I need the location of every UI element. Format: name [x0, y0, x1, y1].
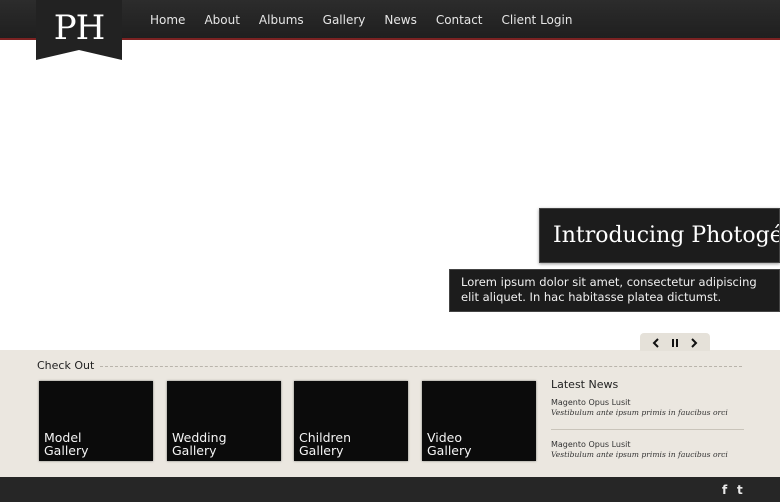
- site-logo[interactable]: PH: [36, 0, 122, 60]
- gallery-tile-video[interactable]: Video Gallery: [422, 381, 536, 461]
- pause-icon[interactable]: [671, 333, 679, 352]
- nav-albums[interactable]: Albums: [259, 13, 304, 27]
- news-item-title[interactable]: Magento Opus Lusit: [551, 440, 743, 449]
- nav-client-login[interactable]: Client Login: [502, 13, 573, 27]
- chevron-right-icon[interactable]: [690, 333, 698, 352]
- nav-news[interactable]: News: [384, 13, 416, 27]
- gallery-tile-label: Wedding Gallery: [172, 431, 227, 457]
- section-divider: [100, 366, 742, 367]
- news-divider: [551, 429, 744, 430]
- news-item-desc: Vestibulum ante ipsum primis in faucibus…: [551, 408, 728, 417]
- hero-subtitle: Lorem ipsum dolor sit amet, consectetur …: [449, 269, 780, 312]
- gallery-tile-model[interactable]: Model Gallery: [39, 381, 153, 461]
- gallery-tile-label: Model Gallery: [44, 431, 89, 457]
- twitter-icon[interactable]: t: [737, 483, 743, 497]
- slider-controls: [640, 333, 710, 351]
- chevron-left-icon[interactable]: [652, 333, 660, 352]
- news-item-title[interactable]: Magento Opus Lusit: [551, 398, 743, 407]
- nav-home[interactable]: Home: [150, 13, 185, 27]
- main-nav: Home About Albums Gallery News Contact C…: [150, 0, 591, 40]
- footer-bar: [0, 477, 780, 502]
- news-item-desc: Vestibulum ante ipsum primis in faucibus…: [551, 450, 728, 459]
- gallery-tile-label: Video Gallery: [427, 431, 472, 457]
- gallery-tile-label-line2: Gallery: [299, 443, 344, 458]
- nav-contact[interactable]: Contact: [436, 13, 483, 27]
- nav-gallery[interactable]: Gallery: [323, 13, 366, 27]
- latest-news-heading: Latest News: [551, 378, 619, 391]
- hero-title: Introducing Photogé: [539, 208, 780, 263]
- checkout-heading: Check Out: [37, 359, 95, 372]
- gallery-tile-label-line2: Gallery: [427, 443, 472, 458]
- news-item[interactable]: Magento Opus Lusit Vestibulum ante ipsum…: [551, 398, 743, 417]
- gallery-tile-wedding[interactable]: Wedding Gallery: [167, 381, 281, 461]
- logo-text: PH: [53, 8, 106, 48]
- gallery-tile-label-line2: Gallery: [172, 443, 217, 458]
- nav-about[interactable]: About: [204, 13, 239, 27]
- gallery-tile-label: Children Gallery: [299, 431, 351, 457]
- facebook-icon[interactable]: f: [722, 483, 727, 497]
- news-item[interactable]: Magento Opus Lusit Vestibulum ante ipsum…: [551, 440, 743, 459]
- gallery-tile-children[interactable]: Children Gallery: [294, 381, 408, 461]
- gallery-tile-label-line2: Gallery: [44, 443, 89, 458]
